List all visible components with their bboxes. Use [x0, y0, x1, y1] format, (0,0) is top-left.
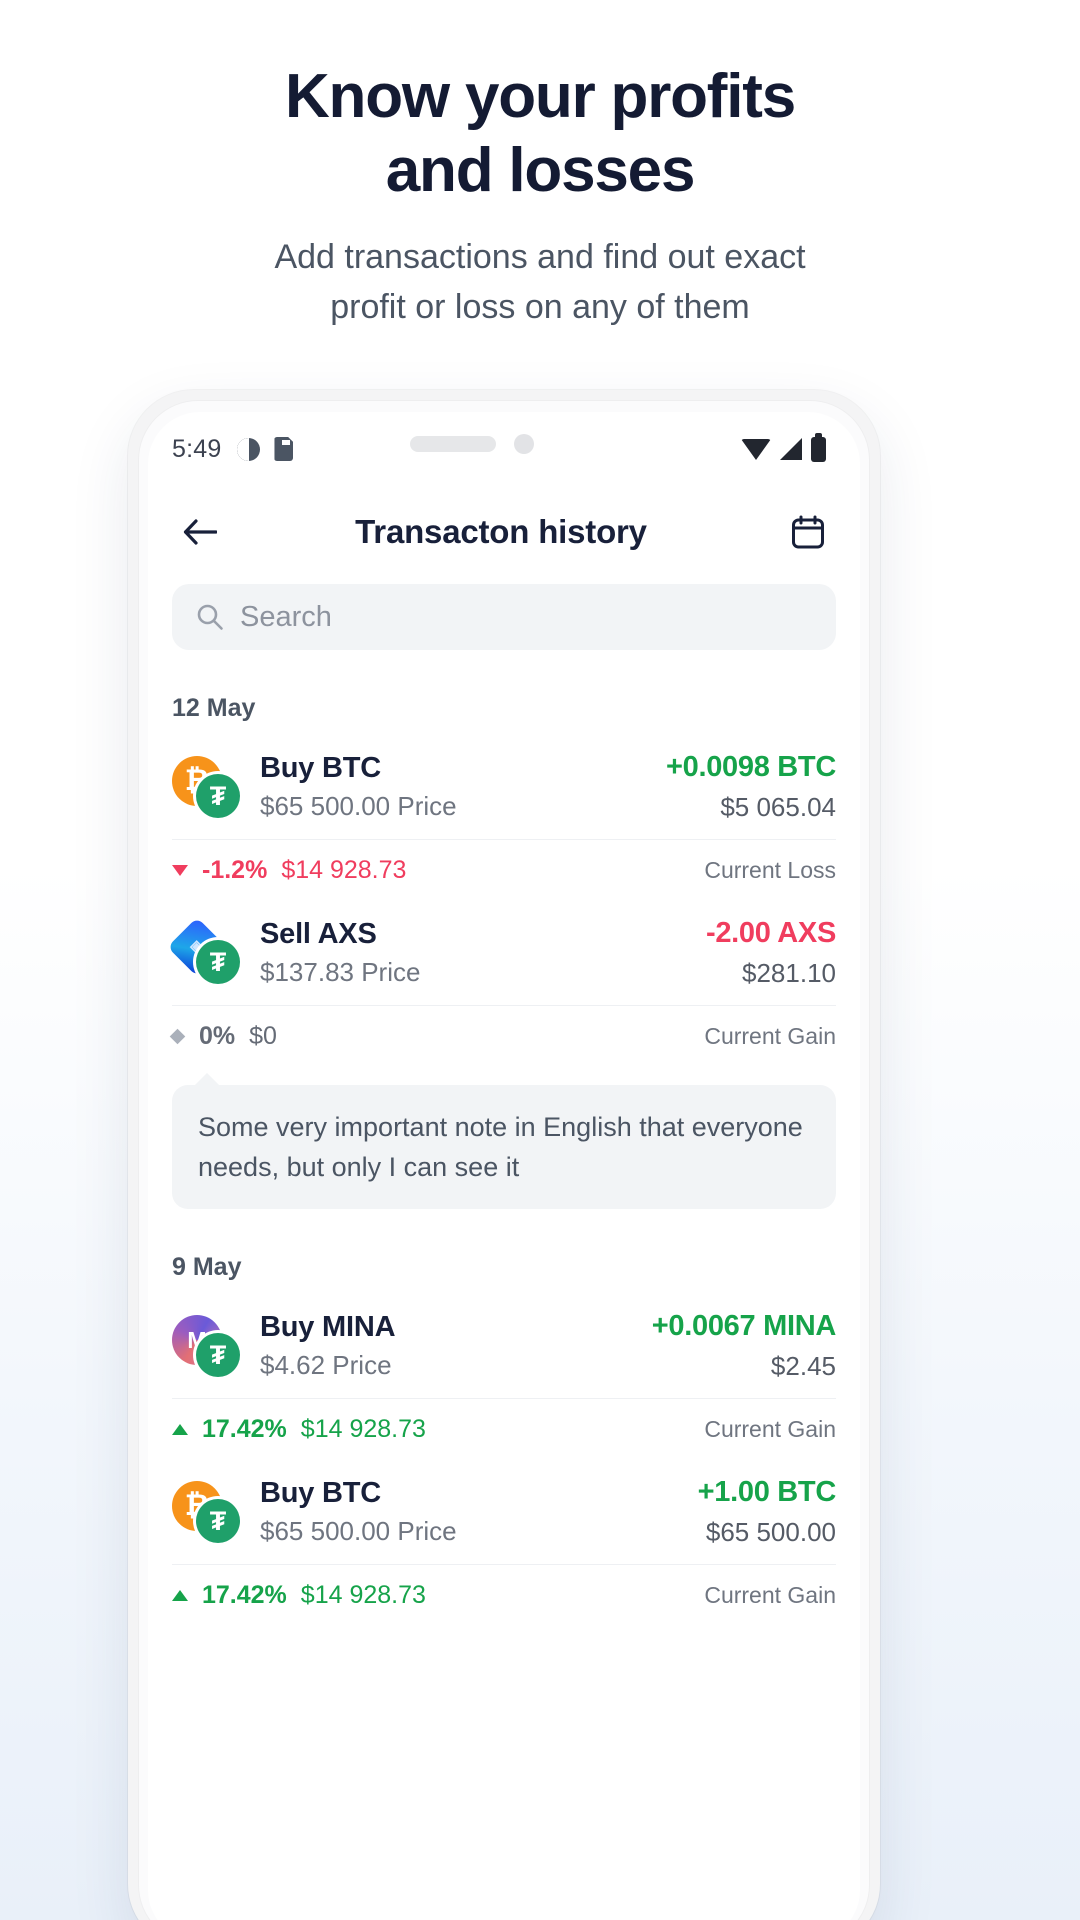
- profit-loss-row: 17.42% $14 928.73 Current Gain: [172, 1564, 836, 1624]
- app-header: Transacton history: [148, 486, 860, 578]
- transaction-amount: +0.0067 MINA: [651, 1310, 837, 1342]
- arrow-up-icon: [172, 1590, 188, 1601]
- profit-loss-percent: 0%: [199, 1022, 236, 1050]
- calendar-button[interactable]: [786, 510, 830, 554]
- transaction-info: Buy MINA $4.62 Price: [260, 1311, 652, 1381]
- search-input[interactable]: Search: [172, 584, 836, 650]
- coin-pair-icons: ◈ ₮: [167, 917, 246, 984]
- camera-notch: [410, 434, 534, 454]
- transaction-price: $137.83 Price: [260, 957, 421, 987]
- transaction-info: Buy BTC $65 500.00 Price: [260, 752, 666, 822]
- coin-pair-icons: M ₮: [172, 1315, 246, 1377]
- wifi-icon: [741, 438, 771, 460]
- status-bar-time: 5:49: [172, 434, 222, 463]
- transaction-value: $5 065.04: [720, 792, 836, 822]
- transaction-amount: +0.0098 BTC: [666, 751, 836, 783]
- profit-loss-label: Current Gain: [704, 1416, 836, 1442]
- transaction-info: Buy BTC $65 500.00 Price: [260, 1477, 698, 1547]
- flat-marker-icon: [169, 1028, 186, 1045]
- profit-loss-value: $0: [249, 1022, 277, 1050]
- arrow-left-icon: [183, 519, 217, 545]
- profit-loss-value: $14 928.73: [300, 1415, 426, 1443]
- transaction-list: 12 May ₿ ₮ Buy BTC $65 500.00 Price +0.0098 B…: [148, 694, 860, 1624]
- transaction-price: $65 500.00 Price: [260, 791, 457, 821]
- transaction-price: $65 500.00 Price: [260, 1516, 457, 1546]
- transaction-amounts: +0.0067 MINA $2.45: [651, 1310, 837, 1382]
- page-subtitle: Add transactions and find out exact prof…: [0, 232, 1080, 332]
- transaction-note: Some very important note in English that…: [172, 1073, 836, 1209]
- transaction-item[interactable]: M ₮ Buy MINA $4.62 Price +0.0067 MINA $2.45 17…: [172, 1292, 836, 1458]
- profit-loss-percent: 17.42%: [202, 1581, 287, 1609]
- table-row[interactable]: M ₮ Buy MINA $4.62 Price +0.0067 MINA $2.45: [172, 1292, 836, 1398]
- transaction-name: Buy MINA: [260, 1311, 396, 1343]
- table-row[interactable]: ◈ ₮ Sell AXS $137.83 Price -2.00 AXS $281.10: [167, 899, 836, 1005]
- transaction-amounts: +0.0098 BTC $5 065.04: [666, 751, 836, 823]
- status-bar: 5:49: [148, 412, 860, 486]
- profit-loss-row: 0% $0 Current Gain: [169, 1005, 836, 1065]
- coin-pair-icons: ₿ ₮: [172, 756, 246, 818]
- transaction-item[interactable]: ₿ ₮ Buy BTC $65 500.00 Price +1.00 BTC $65 50…: [172, 1458, 836, 1624]
- arrow-up-icon: [172, 1424, 188, 1435]
- phone-screen: 5:49 Transacton history Search 12 May ₿ …: [148, 412, 860, 1920]
- headline-line-2: and losses: [385, 136, 696, 205]
- profit-loss-value: $14 928.73: [281, 856, 407, 884]
- transaction-amounts: +1.00 BTC $65 500.00: [697, 1476, 837, 1548]
- calendar-icon: [792, 515, 824, 549]
- transaction-value: $2.45: [770, 1351, 836, 1381]
- profit-loss-label: Current Gain: [704, 1582, 836, 1608]
- transaction-amount: -2.00 AXS: [705, 917, 836, 949]
- profit-loss-label: Current Gain: [704, 1023, 836, 1049]
- promo-page: Know your profits and losses Add transac…: [0, 0, 1080, 1920]
- transaction-amounts: -2.00 AXS $281.10: [706, 917, 836, 989]
- transaction-name: Sell AXS: [260, 918, 377, 950]
- subtitle-line-2: profit or loss on any of them: [330, 288, 750, 326]
- status-bar-right-icons: [741, 432, 826, 462]
- date-group-label: 12 May: [172, 694, 256, 722]
- contrast-icon: [237, 437, 261, 461]
- table-row[interactable]: ₿ ₮ Buy BTC $65 500.00 Price +1.00 BTC $65 50…: [172, 1458, 836, 1564]
- transaction-item[interactable]: ₿ ₮ Buy BTC $65 500.00 Price +0.0098 BTC $5 0…: [172, 733, 836, 899]
- search-section: Search: [148, 578, 860, 650]
- transaction-info: Sell AXS $137.83 Price: [260, 918, 706, 988]
- table-row[interactable]: ₿ ₮ Buy BTC $65 500.00 Price +0.0098 BTC $5 0…: [172, 733, 836, 839]
- usdt-icon: ₮: [196, 1333, 240, 1377]
- transaction-name: Buy BTC: [260, 1477, 382, 1509]
- date-group-label: 9 May: [172, 1253, 242, 1281]
- coin-pair-icons: ₿ ₮: [172, 1481, 246, 1543]
- transaction-value: $65 500.00: [705, 1517, 836, 1547]
- search-icon: [197, 604, 223, 630]
- profit-loss-percent: 17.42%: [202, 1415, 287, 1443]
- profit-loss-row: -1.2% $14 928.73 Current Loss: [172, 839, 836, 899]
- signal-icon: [780, 438, 802, 460]
- usdt-icon: ₮: [196, 774, 240, 818]
- usdt-icon: ₮: [196, 940, 240, 984]
- status-bar-left-icons: [237, 437, 294, 461]
- front-camera-dot: [514, 434, 534, 454]
- page-headline: Know your profits and losses: [0, 60, 1080, 208]
- page-title: Transacton history: [355, 513, 647, 550]
- profit-loss-percent: -1.2%: [202, 856, 268, 884]
- transaction-amount: +1.00 BTC: [697, 1476, 837, 1508]
- profit-loss-row: 17.42% $14 928.73 Current Gain: [172, 1398, 836, 1458]
- transaction-value: $281.10: [742, 958, 836, 988]
- usdt-icon: ₮: [196, 1499, 240, 1543]
- search-placeholder: Search: [240, 600, 332, 633]
- headline-line-1: Know your profits: [284, 62, 796, 131]
- transaction-price: $4.62 Price: [260, 1350, 392, 1380]
- profit-loss-label: Current Loss: [704, 857, 836, 883]
- profit-loss-value: $14 928.73: [300, 1581, 426, 1609]
- subtitle-line-1: Add transactions and find out exact: [274, 238, 806, 276]
- transaction-name: Buy BTC: [260, 752, 382, 784]
- arrow-down-icon: [172, 865, 188, 876]
- speaker-pill: [410, 436, 496, 452]
- transaction-item[interactable]: ◈ ₮ Sell AXS $137.83 Price -2.00 AXS $281.10 0…: [167, 899, 836, 1209]
- battery-icon: [811, 432, 826, 462]
- sd-card-icon: [274, 437, 294, 461]
